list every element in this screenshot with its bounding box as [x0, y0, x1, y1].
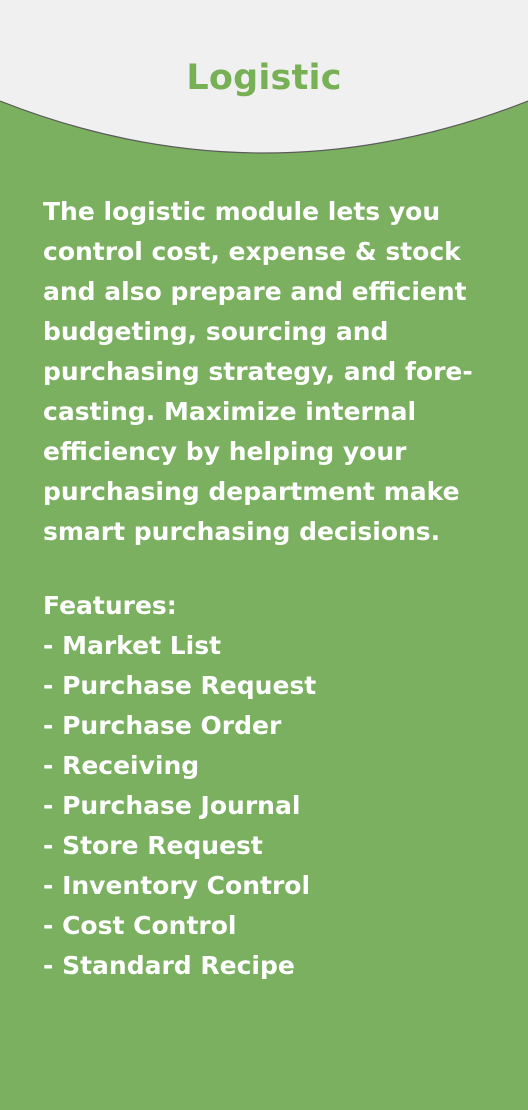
description-line: efficiency by helping your — [43, 437, 407, 466]
description-line: budgeting, sourcing and — [43, 317, 389, 346]
feature-item-store-request: - Store Request — [43, 831, 263, 860]
description-line: purchasing strategy, and fore- — [43, 357, 473, 386]
description-line: smart purchasing decisions. — [43, 517, 441, 546]
feature-item-purchase-request: - Purchase Request — [43, 671, 317, 700]
page-title: Logistic — [186, 58, 342, 98]
description-line: purchasing department make — [43, 477, 460, 506]
description: The logistic module lets you control cos… — [43, 192, 493, 552]
description-line: casting. Maximize internal — [43, 397, 417, 426]
description-line: The logistic module lets you — [43, 197, 441, 226]
feature-item-market-list: - Market List — [43, 631, 222, 660]
features-section: Features: - Market List - Purchase Reque… — [43, 586, 493, 986]
features-list: - Market List - Purchase Request - Purch… — [43, 626, 493, 986]
feature-item-cost-control: - Cost Control — [43, 911, 237, 940]
logistic-card: Logistic The logistic module lets you co… — [0, 0, 528, 1110]
description-line: and also prepare and efficient — [43, 277, 467, 306]
feature-item-receiving: - Receiving — [43, 751, 200, 780]
feature-item-purchase-journal: - Purchase Journal — [43, 791, 301, 820]
feature-item-inventory-control: - Inventory Control — [43, 871, 311, 900]
feature-item-standard-recipe: - Standard Recipe — [43, 951, 295, 980]
features-heading: Features: — [43, 591, 177, 620]
description-line: control cost, expense & stock — [43, 237, 461, 266]
feature-item-purchase-order: - Purchase Order — [43, 711, 282, 740]
